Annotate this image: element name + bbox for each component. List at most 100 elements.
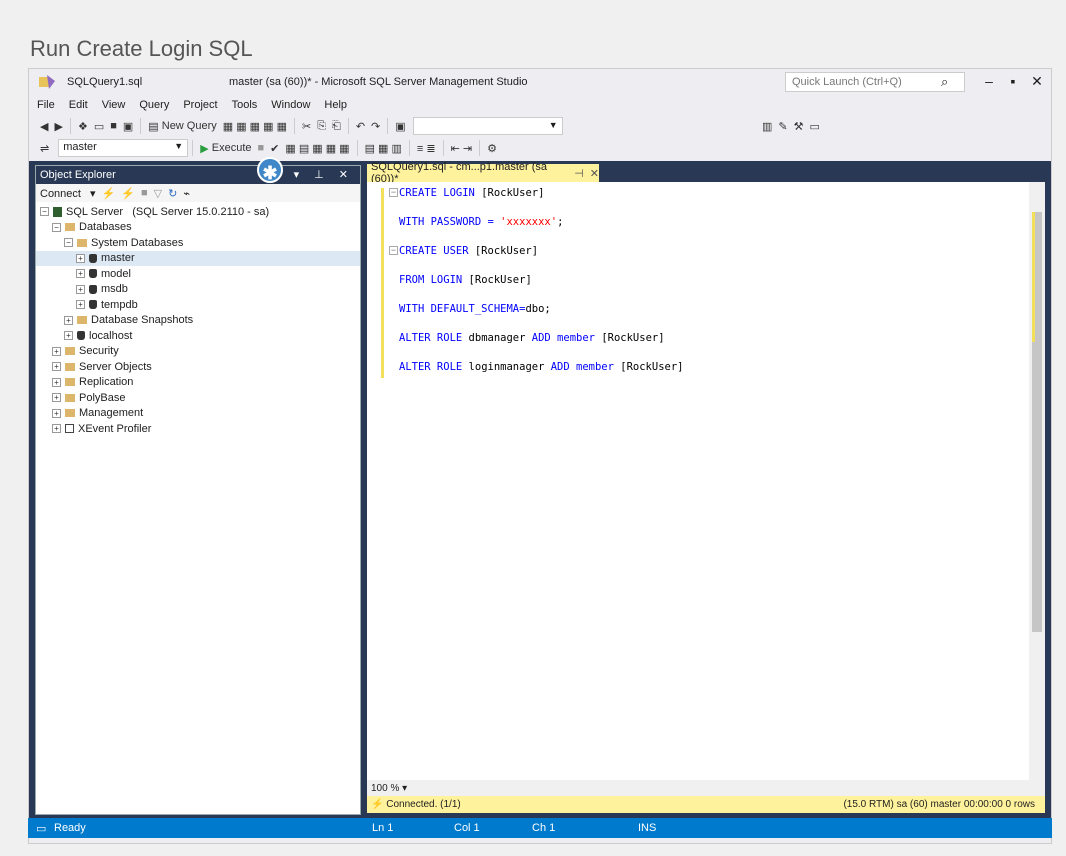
tree-node-server-objects[interactable]: + Server Objects (36, 359, 360, 375)
expand-icon[interactable]: + (76, 269, 85, 279)
tree-node-sql-server[interactable]: − SQL Server (SQL Server 15.0.2110 - sa) (36, 204, 360, 220)
zoom-select[interactable]: 100 % ▾ (371, 783, 407, 794)
tree-node-localhost[interactable]: + localhost (36, 328, 360, 344)
plan-icons[interactable]: ▦ ▤ ▦ ▦ ▦ (282, 139, 352, 157)
expand-icon[interactable]: + (64, 315, 73, 325)
tree-node-master[interactable]: + master (36, 250, 360, 266)
query-editor[interactable]: CREATE LOGIN [RockUser] WITH PASSWORD = '… (367, 182, 1045, 780)
code-line[interactable]: ALTER ROLE loginmanager ADD member [Rock… (399, 360, 683, 389)
properties-icon[interactable]: ✎ (775, 117, 790, 135)
code-line[interactable]: CREATE USER [RockUser] (399, 244, 683, 273)
tree-node-model[interactable]: + model (36, 266, 360, 282)
code-area[interactable]: CREATE LOGIN [RockUser] WITH PASSWORD = '… (399, 186, 683, 389)
cut-icon[interactable]: ✂ (299, 117, 314, 135)
expand-icon[interactable]: + (76, 284, 85, 294)
save-icon[interactable]: ■ (107, 117, 120, 135)
menu-view[interactable]: View (102, 99, 126, 111)
redo-icon[interactable]: ↷ (368, 117, 383, 135)
output-icon[interactable]: ▭ (807, 117, 823, 135)
menu-help[interactable]: Help (324, 99, 347, 111)
execute-button[interactable]: ▶ Execute (197, 139, 254, 157)
database-select-value: master (63, 141, 97, 153)
search-icon[interactable]: ⌕ (941, 74, 948, 90)
code-line[interactable]: CREATE LOGIN [RockUser] (399, 186, 683, 215)
tree-node-management[interactable]: + Management (36, 406, 360, 422)
expand-icon[interactable]: + (64, 331, 73, 341)
collapse-region-icon[interactable]: − (389, 188, 398, 197)
expand-icon[interactable]: + (52, 424, 61, 434)
tree-node-replication[interactable]: + Replication (36, 375, 360, 391)
menu-edit[interactable]: Edit (69, 99, 88, 111)
undo-icon[interactable]: ↶ (353, 117, 368, 135)
results-icons[interactable]: ▤ ▦ ▥ (362, 139, 405, 157)
menu-query[interactable]: Query (139, 99, 169, 111)
expand-icon[interactable]: + (52, 346, 61, 356)
collapse-icon[interactable]: − (40, 207, 49, 217)
status-char: Ch 1 (532, 822, 556, 834)
code-line[interactable]: FROM LOGIN [RockUser] (399, 273, 683, 302)
activity-icon[interactable]: ⌁ (183, 187, 190, 200)
database-select[interactable]: master ▼ (58, 139, 189, 157)
tree-node-polybase[interactable]: + PolyBase (36, 390, 360, 406)
forward-icon[interactable]: ▶ (51, 117, 65, 135)
menu-window[interactable]: Window (271, 99, 310, 111)
minimize-icon[interactable]: ‒ (979, 73, 999, 89)
stop-icon[interactable]: ■ (141, 187, 148, 199)
filter-icon[interactable]: ▽ (154, 187, 162, 200)
pane-controls[interactable]: ▾ ⊥ ✕ (294, 168, 354, 181)
collapse-icon[interactable]: − (52, 222, 61, 232)
close-tab-icon[interactable]: ✕ (590, 167, 599, 180)
collapse-icon[interactable]: − (64, 238, 73, 248)
find-combobox[interactable]: ▼ (412, 117, 563, 135)
tree-node-database-snapshots[interactable]: + Database Snapshots (36, 313, 360, 329)
pin-icon[interactable]: ⊣ (574, 167, 584, 180)
paste-icon[interactable]: ⎗ (329, 117, 344, 135)
expand-icon[interactable]: + (76, 253, 85, 263)
menu-tools[interactable]: Tools (232, 99, 258, 111)
connection-status: Connected. (1/1) (386, 799, 461, 810)
vertical-scrollbar[interactable] (1029, 182, 1045, 780)
maximize-icon[interactable]: ▪ (1003, 73, 1023, 89)
sql-keyword: WITH PASSWORD = (399, 216, 501, 228)
code-line[interactable]: ALTER ROLE dbmanager ADD member [RockUse… (399, 331, 683, 360)
code-line[interactable]: WITH PASSWORD = 'xxxxxxx'; (399, 215, 683, 244)
collapse-region-icon[interactable]: − (389, 246, 398, 255)
connect-icon[interactable]: ⇌ (37, 139, 52, 157)
expand-icon[interactable]: + (52, 362, 61, 372)
menu-file[interactable]: File (37, 99, 55, 111)
tree-node-xevent-profiler[interactable]: + XEvent Profiler (36, 421, 360, 437)
tree-node-tempdb[interactable]: + tempdb (36, 297, 360, 313)
comment-icons[interactable]: ≡ ≣ (414, 139, 439, 157)
specify-values-icon[interactable]: ⚙ (484, 139, 500, 157)
parse-icon[interactable]: ✔ (267, 139, 282, 157)
tree-node-msdb[interactable]: + msdb (36, 282, 360, 298)
screen-icon[interactable]: ▣ (392, 117, 408, 135)
disconnect-icon[interactable]: ⚡ (121, 187, 135, 200)
connect-button[interactable]: Connect ▾ (40, 187, 96, 200)
tree-node-databases[interactable]: − Databases (36, 220, 360, 236)
refresh-icon[interactable]: ↻ (168, 187, 177, 200)
tree-node-security[interactable]: + Security (36, 344, 360, 360)
expand-icon[interactable]: + (52, 377, 61, 387)
expand-icon[interactable]: + (52, 393, 61, 403)
expand-icon[interactable]: + (52, 408, 61, 418)
stop-icon[interactable]: ■ (255, 139, 268, 157)
save-all-icon[interactable]: ▣ (120, 117, 136, 135)
menu-project[interactable]: Project (183, 99, 217, 111)
open-file-icon[interactable]: ▭ (91, 117, 107, 135)
connect-plug-icon[interactable]: ⚡ (102, 187, 116, 200)
tab-sqlquery1[interactable]: SQLQuery1.sql - cm...p1.master (sa (60))… (367, 161, 599, 185)
back-icon[interactable]: ◀ (37, 117, 51, 135)
copy-icon[interactable]: ⎘ (314, 117, 329, 135)
expand-icon[interactable]: + (76, 300, 85, 310)
new-query-button[interactable]: ▤ New Query (145, 117, 220, 135)
quick-launch-input[interactable]: Quick Launch (Ctrl+Q) (785, 72, 965, 92)
close-icon[interactable]: ✕ (1027, 73, 1047, 90)
solution-explorer-icon[interactable]: ▥ (759, 117, 775, 135)
new-project-icon[interactable]: ❖ (75, 117, 91, 135)
indent-icons[interactable]: ⇤ ⇥ (448, 139, 476, 157)
tree-node-system-databases[interactable]: − System Databases (36, 235, 360, 251)
code-line[interactable]: WITH DEFAULT_SCHEMA=dbo; (399, 302, 683, 331)
query-options-icon[interactable]: ▦ ▦ ▦ ▦ ▦ (220, 117, 290, 135)
toolbox-icon[interactable]: ⚒ (791, 117, 807, 135)
